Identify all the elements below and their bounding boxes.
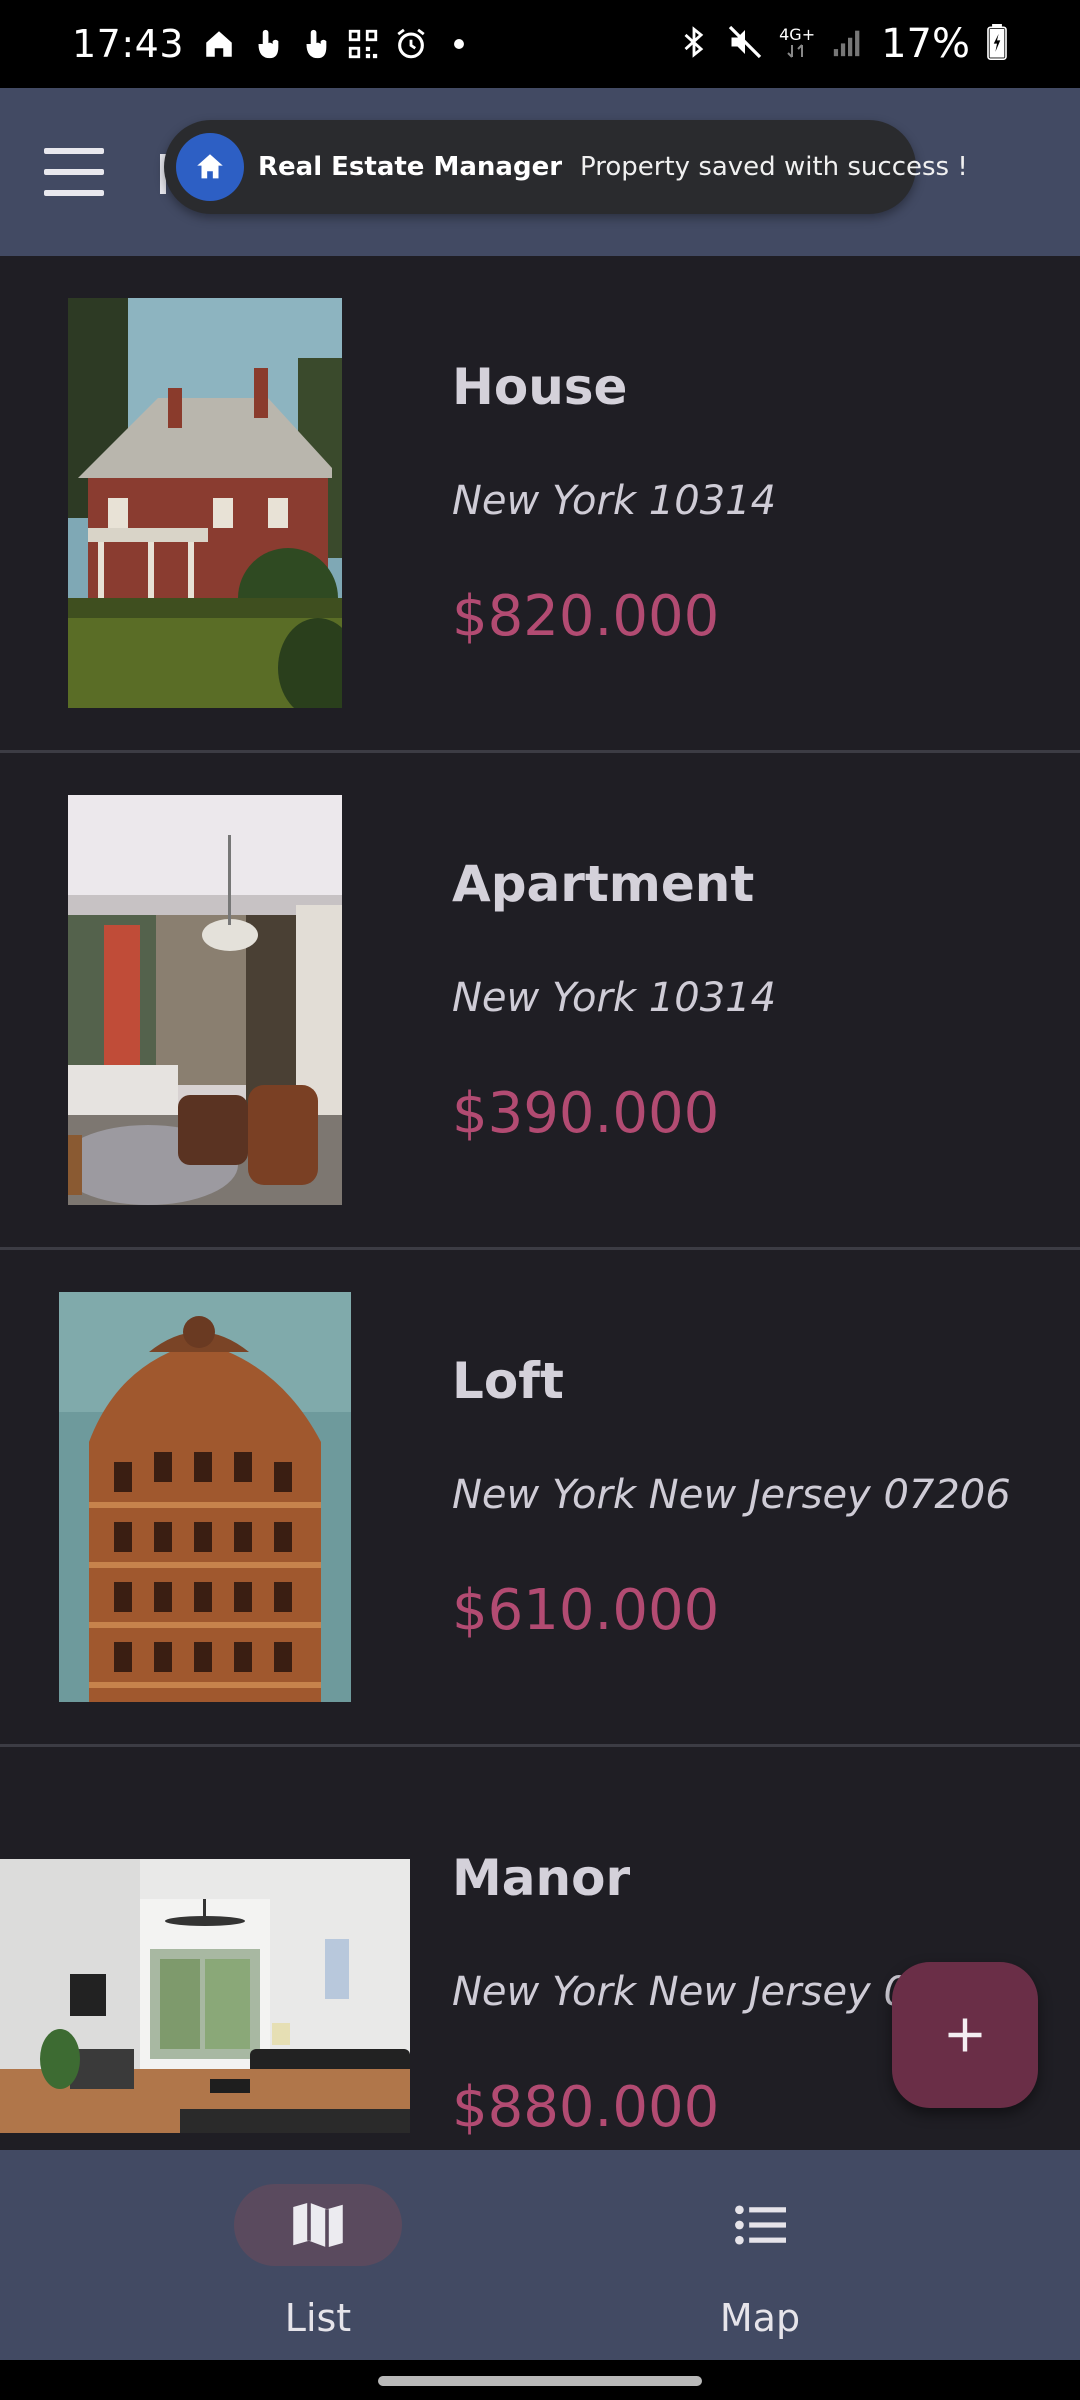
alarm-icon: [394, 27, 428, 61]
home-icon: [176, 133, 244, 201]
list-icon: [735, 2205, 786, 2245]
property-type: Apartment: [452, 855, 755, 913]
menu-icon[interactable]: [44, 148, 104, 196]
mute-icon: [727, 24, 763, 64]
property-address: New York 10314: [452, 975, 777, 1021]
home-icon: [202, 27, 236, 61]
notification-icons: [202, 27, 476, 61]
status-bar: 17:43 4G+ 17%: [0, 0, 1080, 88]
property-type: Manor: [452, 1849, 631, 1907]
network-4g-icon: 4G+: [779, 24, 816, 62]
battery-icon: [986, 24, 1008, 64]
touch-icon: [298, 27, 332, 61]
qr-code-icon: [346, 27, 380, 61]
gesture-handle[interactable]: [378, 2376, 702, 2386]
gesture-bar: [0, 2360, 1080, 2400]
property-price: $820.000: [452, 584, 720, 649]
list-item[interactable]: Loft New York New Jersey 07206 $610.000: [0, 1250, 1080, 1747]
status-time: 17:43: [72, 22, 185, 66]
nav-active-indicator: [234, 2184, 402, 2266]
toast-notification: Real Estate Manager Property saved with …: [164, 120, 968, 214]
property-type: House: [452, 358, 628, 416]
battery-percent: 17%: [881, 21, 970, 67]
signal-icon: [831, 25, 865, 63]
living-room-photo: [0, 1859, 410, 2133]
list-item[interactable]: Apartment New York 10314 $390.000: [0, 753, 1080, 1250]
property-list: House New York 10314 $820.000 Apartment …: [0, 256, 1080, 2244]
nav-label: Map: [719, 2296, 801, 2340]
apartment-interior-photo: [68, 795, 342, 1205]
nav-item-list[interactable]: List: [0, 2150, 540, 2360]
building-facade-photo: [59, 1292, 351, 1702]
toast-app-name: Real Estate Manager: [258, 152, 563, 182]
toast-message: Property saved with success !: [580, 152, 968, 182]
property-price: $610.000: [452, 1578, 720, 1643]
property-address: New York New Jersey 07206: [452, 1472, 1011, 1518]
dot-icon: [442, 27, 476, 61]
screen: 17:43 4G+ 17% Real Estate Manager Proper…: [0, 0, 1080, 2400]
plus-icon: [948, 2018, 982, 2052]
property-price: $390.000: [452, 1081, 720, 1146]
touch-icon: [250, 27, 284, 61]
status-left: 17:43: [72, 22, 476, 66]
bluetooth-icon: [677, 25, 711, 63]
nav-label: List: [284, 2296, 352, 2340]
list-item[interactable]: House New York 10314 $820.000: [0, 256, 1080, 753]
bottom-navigation: List Map: [0, 2150, 1080, 2360]
property-price: $880.000: [452, 2075, 720, 2140]
house-photo: [68, 298, 342, 708]
nav-icon-wrap: [676, 2184, 844, 2266]
status-right: 4G+ 17%: [677, 21, 1008, 67]
property-type: Loft: [452, 1352, 564, 1410]
property-address: New York 10314: [452, 478, 777, 524]
map-icon: [293, 2202, 343, 2248]
network-label: 4G+: [779, 24, 816, 44]
nav-item-map[interactable]: Map: [540, 2150, 1080, 2360]
add-property-button[interactable]: [892, 1962, 1038, 2108]
